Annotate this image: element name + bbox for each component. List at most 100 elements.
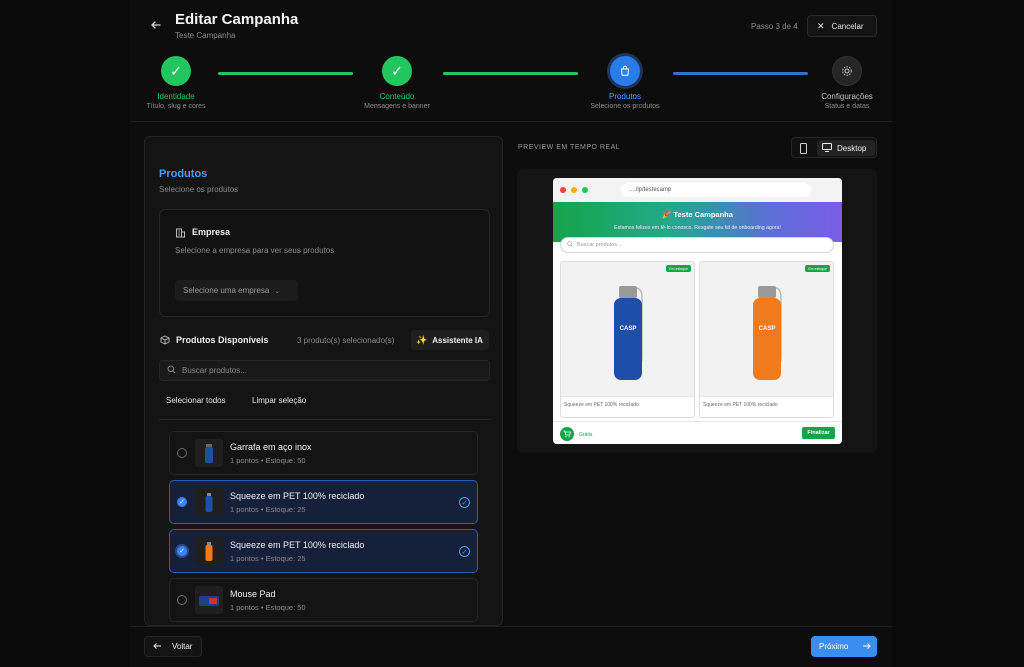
- product-meta: 1 pontos • Estoque: 25: [230, 505, 306, 514]
- footer-divider: [130, 626, 892, 627]
- empresa-select[interactable]: Selecione uma empresa ⌄: [175, 280, 298, 301]
- back-button[interactable]: Voltar: [144, 636, 202, 657]
- preview-product-name: Squeeze em PET 100% reciclado: [700, 396, 833, 417]
- check-icon: ✓: [179, 547, 185, 555]
- panel-subtitle: Selecione os produtos: [159, 185, 239, 194]
- search-icon: [167, 365, 176, 376]
- building-icon: [175, 227, 186, 238]
- step-sub-conteudo: Mensagens e banner: [364, 103, 430, 110]
- close-icon: ✕: [817, 20, 825, 31]
- product-name: Squeeze em PET 100% reciclado: [230, 540, 365, 550]
- preview-cart-text: Grátis: [579, 432, 593, 438]
- step-produtos[interactable]: [610, 56, 640, 86]
- product-thumbnail: [195, 586, 223, 614]
- step-conteudo[interactable]: ✓: [382, 56, 412, 86]
- cart-icon: [560, 427, 574, 441]
- product-meta: 1 pontos • Estoque: 50: [230, 603, 306, 612]
- shopping-bag-icon: [620, 65, 630, 76]
- step-sub-configuracoes: Status e datas: [824, 103, 870, 110]
- product-row[interactable]: Mouse Pad 1 pontos • Estoque: 50: [169, 578, 478, 622]
- check-icon: ✓: [391, 62, 403, 79]
- back-arrow-icon[interactable]: [150, 19, 162, 31]
- svg-text:CASP: CASP: [759, 326, 776, 332]
- gear-icon: [842, 66, 852, 76]
- product-meta: 1 pontos • Estoque: 25: [230, 554, 306, 563]
- product-checkbox[interactable]: [177, 595, 187, 605]
- step-sub-produtos: Selecione os produtos: [590, 103, 660, 110]
- ai-assistant-label: Assistente IA: [432, 335, 483, 345]
- product-checkbox[interactable]: ✓: [177, 497, 187, 507]
- products-panel: Produtos Selecione os produtos Empresa S…: [144, 136, 503, 626]
- product-thumbnail: [195, 537, 223, 565]
- preview-banner-subtitle: Estamos felizes em tê-lo conosco. Resgat…: [614, 225, 781, 231]
- product-thumbnail: [195, 439, 223, 467]
- step-connector-2: [443, 72, 578, 75]
- product-name: Garrafa em aço inox: [230, 442, 312, 452]
- clear-selection-button[interactable]: Limpar seleção: [252, 396, 306, 405]
- product-row[interactable]: ✓ Squeeze em PET 100% reciclado 1 pontos…: [169, 529, 478, 573]
- empresa-card: Empresa Selecione a empresa para ver seu…: [159, 209, 490, 317]
- preview-search: Buscar produtos...: [560, 237, 834, 253]
- step-connector-3: [673, 72, 808, 75]
- desktop-toggle-button[interactable]: Desktop: [817, 140, 875, 156]
- browser-bar: ..../lp/testecamp: [553, 178, 842, 202]
- available-products-title: Produtos Disponíveis: [176, 335, 269, 345]
- step-label-produtos: Produtos: [608, 92, 642, 101]
- back-label: Voltar: [172, 642, 193, 651]
- empresa-title: Empresa: [192, 227, 231, 237]
- preview-browser-window: ..../lp/testecamp 🎉 Teste Campanha Estam…: [553, 178, 842, 444]
- product-checkbox[interactable]: ✓: [177, 546, 187, 556]
- empresa-description: Selecione a empresa para ver seus produt…: [175, 246, 335, 255]
- product-list: Garrafa em aço inox 1 pontos • Estoque: …: [159, 419, 490, 625]
- selected-check-icon: ✓: [459, 497, 470, 508]
- desktop-label: Desktop: [837, 143, 867, 153]
- next-button[interactable]: Próximo: [811, 636, 877, 657]
- minimize-dot: [571, 187, 577, 193]
- preview-finish-button: Finalizar: [802, 427, 835, 439]
- step-configuracoes[interactable]: [832, 56, 862, 86]
- svg-text:CASP: CASP: [620, 326, 637, 332]
- step-identidade[interactable]: ✓: [161, 56, 191, 86]
- check-icon: ✓: [179, 498, 185, 506]
- step-indicator: Passo 3 de 4: [751, 22, 798, 31]
- sparkles-icon: ✨: [416, 334, 428, 345]
- product-search[interactable]: [159, 360, 490, 381]
- selected-check-icon: ✓: [459, 546, 470, 557]
- step-label-conteudo: Conteúdo: [379, 92, 415, 101]
- step-connector-1: [218, 72, 353, 75]
- step-sub-identidade: Título, slug e cores: [146, 103, 206, 110]
- close-dot: [560, 187, 566, 193]
- empresa-select-value: Selecione uma empresa: [183, 286, 270, 295]
- preview-label: PREVIEW EM TEMPO REAL: [518, 144, 621, 151]
- preview-banner: 🎉 Teste Campanha Estamos felizes em tê-l…: [553, 202, 842, 242]
- selected-count: 3 produto(s) selecionado(s): [297, 336, 395, 345]
- cancel-button[interactable]: ✕ Cancelar: [807, 15, 877, 37]
- bottle-image: CASP: [614, 286, 643, 380]
- product-row[interactable]: ✓ Squeeze em PET 100% reciclado 1 pontos…: [169, 480, 478, 524]
- mobile-icon[interactable]: [799, 143, 808, 154]
- product-meta: 1 pontos • Estoque: 50: [230, 456, 306, 465]
- product-name: Squeeze em PET 100% reciclado: [230, 491, 365, 501]
- preview-product-card: Em estoque CASP Squeeze em PET 100% reci…: [699, 261, 834, 418]
- product-row[interactable]: Garrafa em aço inox 1 pontos • Estoque: …: [169, 431, 478, 475]
- arrow-right-icon: [862, 642, 872, 652]
- check-icon: ✓: [170, 62, 182, 79]
- preview-search-placeholder: Buscar produtos...: [577, 242, 622, 248]
- page-title: Editar Campanha: [175, 11, 299, 28]
- box-icon: [160, 335, 170, 348]
- bottle-image: CASP: [753, 286, 782, 380]
- device-toggle: Desktop: [791, 137, 877, 158]
- product-thumbnail: [195, 488, 223, 516]
- product-search-input[interactable]: [182, 366, 462, 375]
- chevron-down-icon: ⌄: [274, 287, 281, 295]
- select-all-button[interactable]: Selecionar todos: [166, 396, 226, 405]
- product-checkbox[interactable]: [177, 448, 187, 458]
- ai-assistant-button[interactable]: ✨ Assistente IA: [411, 330, 489, 350]
- preview-product-name: Squeeze em PET 100% reciclado: [561, 396, 694, 417]
- next-label: Próximo: [819, 642, 849, 651]
- step-label-configuracoes: Configurações: [821, 92, 873, 101]
- preview-banner-title: 🎉 Teste Campanha: [662, 210, 733, 219]
- page-subtitle: Teste Campanha: [175, 31, 236, 40]
- preview-footer: Grátis Finalizar: [553, 421, 842, 444]
- panel-title: Produtos: [159, 168, 208, 180]
